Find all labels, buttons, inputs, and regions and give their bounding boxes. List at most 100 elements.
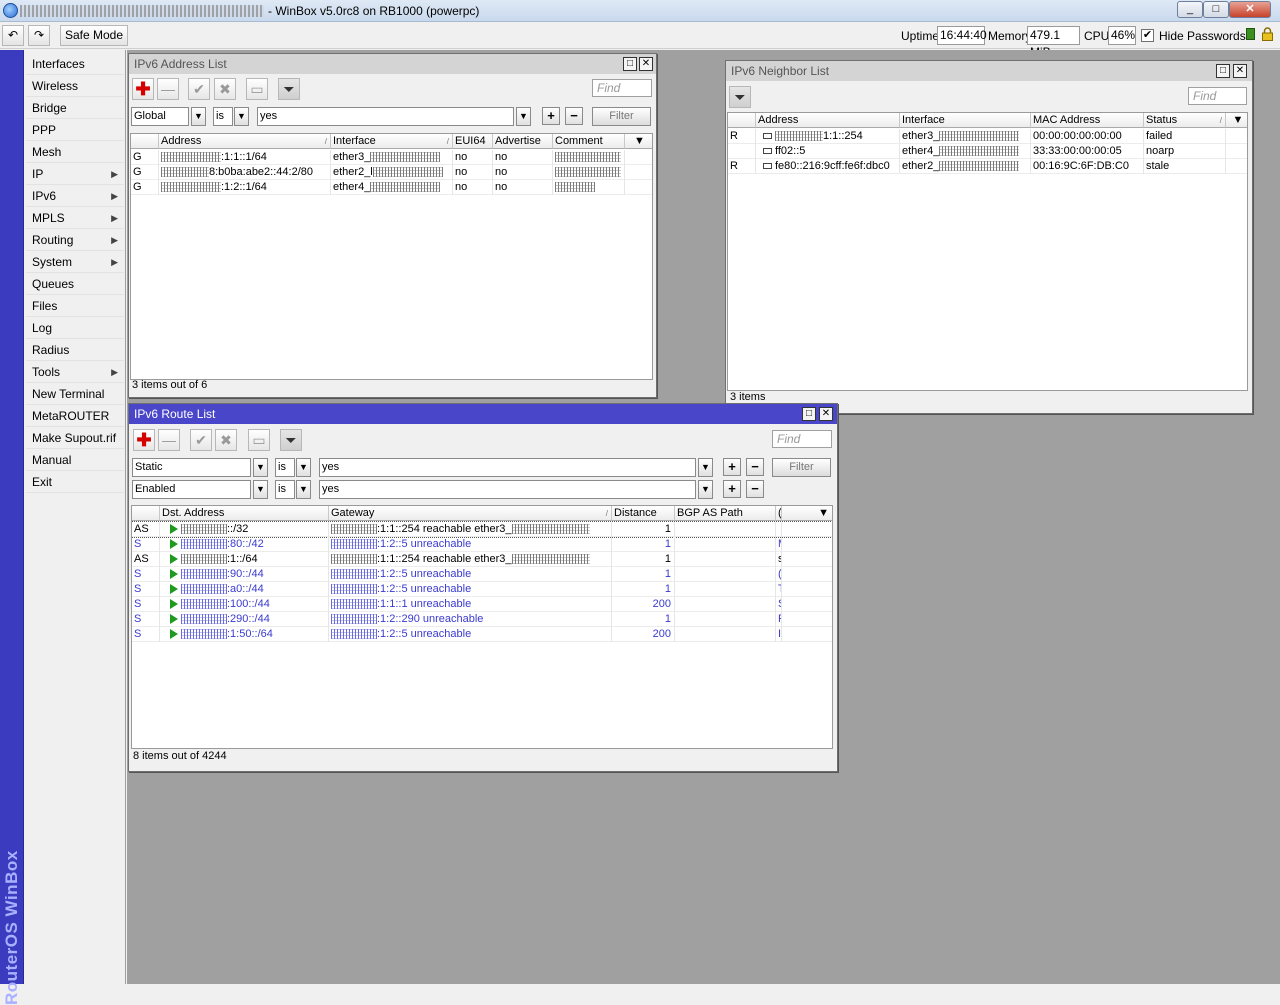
table-row[interactable]: G:1:2::1/64 ether4_ no no xyxy=(131,180,652,195)
remove-filter-button[interactable]: − xyxy=(565,107,583,125)
status-header[interactable]: Status / xyxy=(1144,113,1226,128)
filter2-value-dropdown[interactable]: ▼ xyxy=(698,480,713,499)
filter2-op-select[interactable]: is xyxy=(275,480,295,499)
flag-header[interactable] xyxy=(131,134,159,149)
columns-dropdown-icon[interactable]: ▼ xyxy=(625,134,652,149)
filter-field-select[interactable]: Global xyxy=(131,107,189,126)
disable-icon[interactable]: ✖ xyxy=(215,429,237,451)
sidebar-item-metarouter[interactable]: MetaROUTER xyxy=(26,406,124,427)
filter2-field-dropdown[interactable]: ▼ xyxy=(253,480,268,499)
sidebar-item-manual[interactable]: Manual xyxy=(26,450,124,471)
close-window-button[interactable]: ✕ xyxy=(1233,64,1247,78)
window-title[interactable]: IPv6 Address List xyxy=(129,54,656,74)
filter-field-dropdown[interactable]: ▼ xyxy=(191,107,206,126)
sidebar-item-ppp[interactable]: PPP xyxy=(26,120,124,141)
filter1-op-select[interactable]: is xyxy=(275,458,295,477)
gateway-header[interactable]: Gateway / xyxy=(329,506,612,521)
maximize-window-button[interactable]: □ xyxy=(1216,64,1230,78)
filter-value-select[interactable]: yes xyxy=(257,107,514,126)
sidebar-item-tools[interactable]: Tools ▶ xyxy=(26,362,124,383)
sidebar-item-queues[interactable]: Queues xyxy=(26,274,124,295)
table-row[interactable]: AS::/32:1:1::254 reachable ether3_ 1 xyxy=(132,521,832,538)
close-window-button[interactable]: ✕ xyxy=(819,407,833,421)
maximize-window-button[interactable]: □ xyxy=(802,407,816,421)
window-title[interactable]: IPv6 Route List xyxy=(129,404,837,424)
remove-filter2-button[interactable]: − xyxy=(746,480,764,498)
table-row[interactable]: R 1:1::254 ether3_ 00:00:00:00:00:00 failed xyxy=(728,129,1247,144)
close-button[interactable]: ✕ xyxy=(1229,1,1271,18)
filter-icon[interactable]: ⏷ xyxy=(280,429,302,451)
filter-op-select[interactable]: is xyxy=(213,107,233,126)
sidebar-item-routing[interactable]: Routing ▶ xyxy=(26,230,124,251)
advertise-header[interactable]: Advertise xyxy=(493,134,553,149)
undo-icon[interactable]: ↶ xyxy=(2,25,24,46)
flag-header[interactable] xyxy=(132,506,160,521)
filter1-field-select[interactable]: Static xyxy=(132,458,251,477)
table-row[interactable]: G 8:b0ba:abe2::44:2/80 ether2_l no no xyxy=(131,165,652,180)
sidebar-item-make-supout-rif[interactable]: Make Supout.rif xyxy=(26,428,124,449)
table-row[interactable]: S:a0::/44:1:2::5 unreachable 1 T xyxy=(132,582,832,597)
address-header[interactable]: Address / xyxy=(159,134,331,149)
safe-mode-button[interactable]: Safe Mode xyxy=(60,25,128,46)
sidebar-item-mpls[interactable]: MPLS ▶ xyxy=(26,208,124,229)
filter-value-dropdown[interactable]: ▼ xyxy=(516,107,531,126)
sidebar-item-log[interactable]: Log xyxy=(26,318,124,339)
table-row[interactable]: S:80::/42:1:2::5 unreachable 1 M xyxy=(132,537,832,552)
filter1-value-dropdown[interactable]: ▼ xyxy=(698,458,713,477)
comment-icon[interactable]: ▭ xyxy=(248,429,270,451)
filter-op-dropdown[interactable]: ▼ xyxy=(234,107,249,126)
filter2-op-dropdown[interactable]: ▼ xyxy=(296,480,311,499)
eui64-header[interactable]: EUI64 xyxy=(453,134,493,149)
dst-address-header[interactable]: Dst. Address xyxy=(160,506,329,521)
table-row[interactable]: S:290::/44:1:2::290 unreachable 1 F xyxy=(132,612,832,627)
add-filter2-button[interactable]: + xyxy=(723,480,741,498)
sidebar-item-new-terminal[interactable]: New Terminal xyxy=(26,384,124,405)
sidebar-item-exit[interactable]: Exit xyxy=(26,472,124,493)
remove-filter-button[interactable]: − xyxy=(746,458,764,476)
filter2-value-select[interactable]: yes xyxy=(319,480,696,499)
sidebar-item-system[interactable]: System ▶ xyxy=(26,252,124,273)
comment-icon[interactable]: ▭ xyxy=(246,78,268,100)
sidebar-item-bridge[interactable]: Bridge xyxy=(26,98,124,119)
maximize-window-button[interactable]: □ xyxy=(623,57,637,71)
hide-passwords-checkbox[interactable]: ✔ xyxy=(1141,29,1154,42)
add-filter-button[interactable]: + xyxy=(542,107,560,125)
interface-header[interactable]: Interface xyxy=(900,113,1031,128)
table-row[interactable]: ff02::5 ether4_ 33:33:00:00:00:05 noarp xyxy=(728,144,1247,159)
filter-button[interactable]: Filter xyxy=(592,107,651,126)
interface-header[interactable]: Interface / xyxy=(331,134,453,149)
filter2-field-select[interactable]: Enabled xyxy=(132,480,251,499)
filter-icon[interactable]: ⏷ xyxy=(278,78,300,100)
distance-header[interactable]: Distance xyxy=(612,506,675,521)
sidebar-item-wireless[interactable]: Wireless xyxy=(26,76,124,97)
flag-header[interactable] xyxy=(728,113,756,128)
bgp-as-path-header[interactable]: BGP AS Path xyxy=(675,506,776,521)
sidebar-item-ipv6[interactable]: IPv6 ▶ xyxy=(26,186,124,207)
filter1-field-dropdown[interactable]: ▼ xyxy=(253,458,268,477)
columns-dropdown-icon[interactable]: ▼ xyxy=(1226,113,1247,128)
table-row[interactable]: S:90::/44:1:2::5 unreachable 1 ( xyxy=(132,567,832,582)
sidebar-item-files[interactable]: Files xyxy=(26,296,124,317)
add-filter-button[interactable]: + xyxy=(723,458,741,476)
enable-icon[interactable]: ✔ xyxy=(188,78,210,100)
sidebar-item-ip[interactable]: IP ▶ xyxy=(26,164,124,185)
find-input[interactable]: Find xyxy=(772,430,832,448)
add-icon[interactable]: ✚ xyxy=(133,429,155,451)
table-row[interactable]: AS:1::/64:1:1::254 reachable ether3_ 1 s xyxy=(132,552,832,567)
find-input[interactable]: Find xyxy=(1188,87,1247,105)
add-icon[interactable]: ✚ xyxy=(132,78,154,100)
filter-icon[interactable]: ⏷ xyxy=(729,86,751,108)
sidebar-item-radius[interactable]: Radius xyxy=(26,340,124,361)
filter1-op-dropdown[interactable]: ▼ xyxy=(296,458,311,477)
minimize-button[interactable]: _ xyxy=(1177,1,1203,18)
disable-icon[interactable]: ✖ xyxy=(214,78,236,100)
sidebar-item-interfaces[interactable]: Interfaces xyxy=(26,54,124,75)
filter1-value-select[interactable]: yes xyxy=(319,458,696,477)
remove-icon[interactable]: — xyxy=(158,429,180,451)
enable-icon[interactable]: ✔ xyxy=(190,429,212,451)
address-header[interactable]: Address xyxy=(756,113,900,128)
comment-header[interactable]: Comment xyxy=(553,134,625,149)
maximize-button[interactable]: □ xyxy=(1203,1,1229,18)
redo-icon[interactable]: ↷ xyxy=(28,25,50,46)
columns-dropdown-icon[interactable]: ▼ xyxy=(782,506,832,521)
